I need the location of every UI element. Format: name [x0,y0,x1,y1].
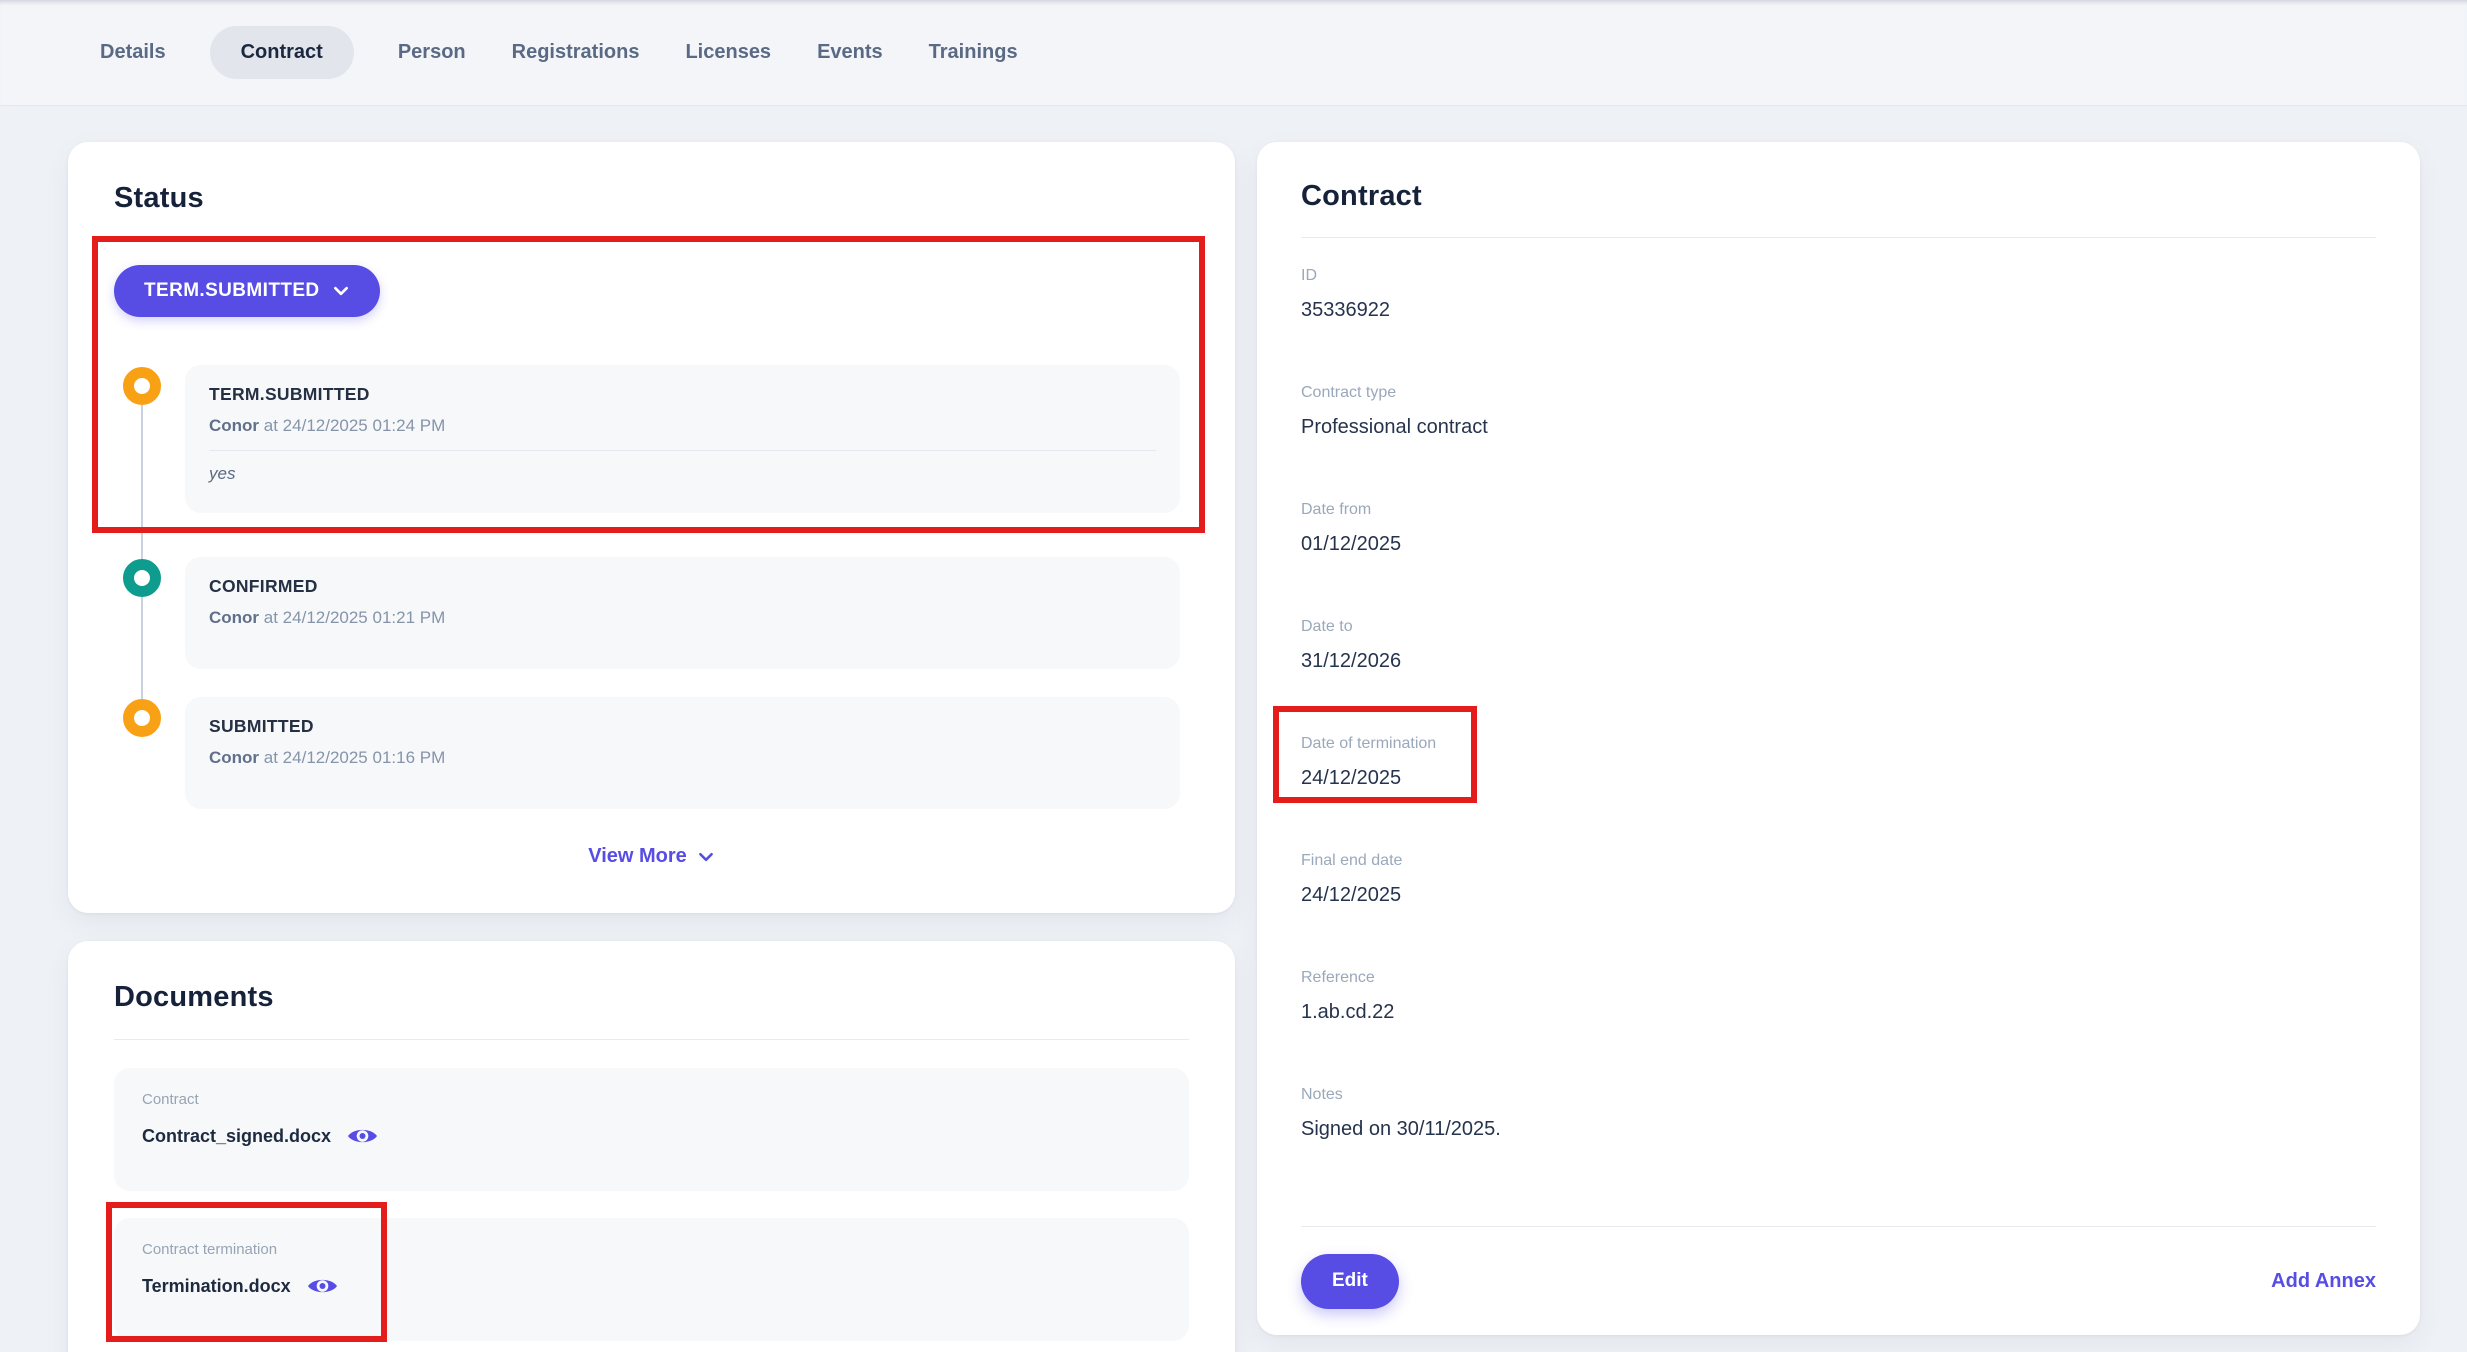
timeline-entry-meta: Conor at 24/12/2025 01:16 PM [209,748,1156,768]
status-panel-title: Status [114,182,1235,215]
timeline-entry-meta: Conor at 24/12/2025 01:21 PM [209,608,1156,628]
documents-panel-title: Documents [114,981,1189,1014]
timeline-entry-timestamp: at 24/12/2025 01:21 PM [264,608,445,627]
view-more-label: View More [588,845,687,868]
field-value: 31/12/2026 [1301,649,2376,674]
timeline-entry-status: CONFIRMED [209,576,1156,597]
field-value: Professional contract [1301,415,2376,440]
field-value: 24/12/2025 [1301,883,2376,908]
annotation-box-status-latest-entry [92,236,1205,533]
field-value: 01/12/2025 [1301,532,2376,557]
timeline-entry-card: CONFIRMED Conor at 24/12/2025 01:21 PM [185,557,1180,669]
tabs-nav: Details Contract Person Registrations Li… [98,26,1020,79]
document-item-contract: Contract Contract_signed.docx [114,1068,1189,1191]
tab-licenses[interactable]: Licenses [683,26,773,79]
document-filename: Contract_signed.docx [142,1126,331,1147]
documents-divider [114,1039,1189,1040]
timeline-dot-teal-icon [123,559,161,597]
field-label: Contract type [1301,383,2376,402]
field-date-from: Date from 01/12/2025 [1301,500,2376,557]
field-label: ID [1301,266,2376,285]
contract-panel-title: Contract [1301,180,2376,213]
field-label: Final end date [1301,851,2376,870]
field-label: Notes [1301,1085,2376,1104]
contract-footer: Edit Add Annex [1301,1226,2376,1335]
annotation-box-contract-termination-document [106,1202,387,1342]
tab-bar: Details Contract Person Registrations Li… [0,0,2467,106]
timeline-entry-timestamp: at 24/12/2025 01:16 PM [264,748,445,767]
field-final-end-date: Final end date 24/12/2025 [1301,851,2376,908]
tab-person[interactable]: Person [396,26,468,79]
field-label: Date from [1301,500,2376,519]
timeline-entry-confirmed: CONFIRMED Conor at 24/12/2025 01:21 PM [114,557,1180,669]
document-type-label: Contract [142,1091,1161,1108]
timeline-entry-author: Conor [209,608,259,627]
contract-fields: ID 35336922 Contract type Professional c… [1301,238,2376,1142]
field-value: 1.ab.cd.22 [1301,1000,2376,1025]
annotation-box-date-of-termination [1273,706,1477,803]
tab-events[interactable]: Events [815,26,885,79]
tab-details[interactable]: Details [98,26,168,79]
field-value: Signed on 30/11/2025. [1301,1117,2376,1142]
edit-button[interactable]: Edit [1301,1254,1399,1309]
view-document-eye-icon[interactable] [347,1125,378,1147]
view-more-button[interactable]: View More [68,845,1235,868]
field-label: Reference [1301,968,2376,987]
timeline-entry-card: SUBMITTED Conor at 24/12/2025 01:16 PM [185,697,1180,809]
add-annex-link[interactable]: Add Annex [2271,1270,2376,1293]
timeline-entry-submitted: SUBMITTED Conor at 24/12/2025 01:16 PM [114,697,1180,809]
field-value: 35336922 [1301,298,2376,323]
tab-registrations[interactable]: Registrations [510,26,642,79]
timeline-entry-status: SUBMITTED [209,716,1156,737]
field-label: Date to [1301,617,2376,636]
field-notes: Notes Signed on 30/11/2025. [1301,1085,2376,1142]
timeline-dot-orange-icon [123,699,161,737]
field-date-to: Date to 31/12/2026 [1301,617,2376,674]
timeline-entry-author: Conor [209,748,259,767]
tab-trainings[interactable]: Trainings [927,26,1020,79]
field-id: ID 35336922 [1301,266,2376,323]
chevron-down-icon [697,848,715,866]
field-reference: Reference 1.ab.cd.22 [1301,968,2376,1025]
tab-contract[interactable]: Contract [210,26,354,79]
field-contract-type: Contract type Professional contract [1301,383,2376,440]
